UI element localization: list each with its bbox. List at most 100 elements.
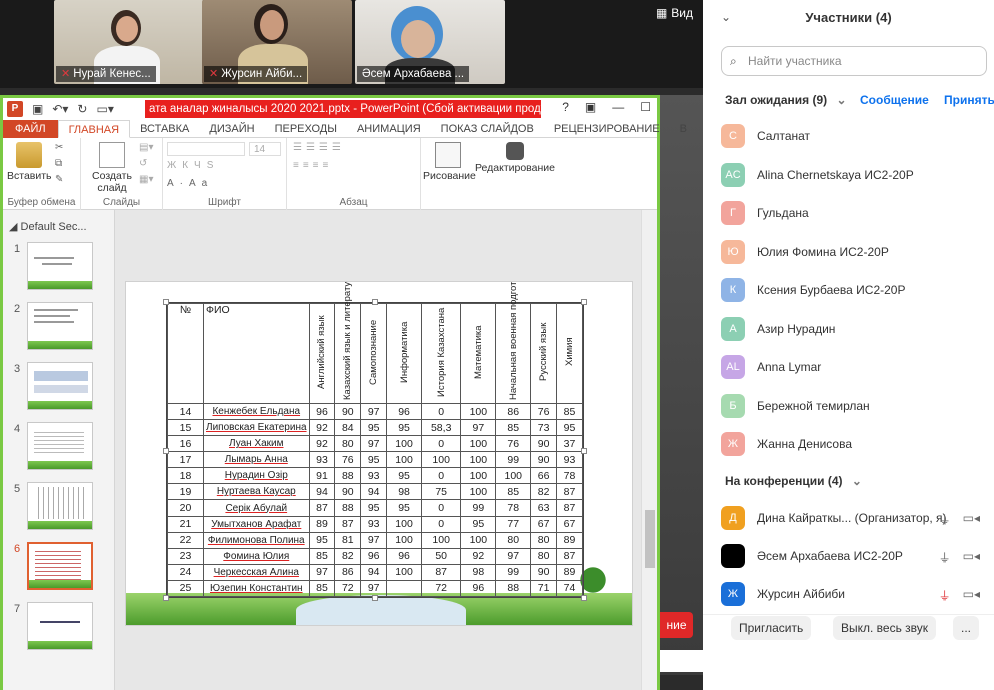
tab-insert[interactable]: ВСТАВКА bbox=[130, 120, 199, 138]
save-icon[interactable]: ▣ bbox=[32, 102, 43, 116]
section-header[interactable]: ◢ Default Sec... bbox=[9, 220, 87, 233]
grade-cell bbox=[386, 579, 422, 598]
grade-cell: 97 bbox=[495, 547, 532, 565]
editing-button[interactable]: Редактирование bbox=[473, 142, 557, 174]
screen: ✕ Нурай Кенес... ✕ Журсин Айби... Әсем Арх… bbox=[0, 0, 994, 690]
tab-slideshow[interactable]: ПОКАЗ СЛАЙДОВ bbox=[431, 120, 544, 138]
waiting-room-header[interactable]: Зал ожидания (9) ⌄ bbox=[725, 93, 847, 107]
grade-cell: 80 bbox=[495, 531, 532, 549]
resize-handle[interactable] bbox=[581, 448, 587, 454]
drawing-button[interactable]: Рисование bbox=[423, 142, 476, 182]
waiting-participant[interactable]: Б Бережной темирлан bbox=[721, 392, 870, 420]
slide-thumbnail-5[interactable] bbox=[27, 482, 93, 530]
grade-cell: 100 bbox=[386, 435, 422, 453]
resize-handle[interactable] bbox=[581, 595, 587, 601]
mic-muted-icon[interactable]: ⏚ bbox=[939, 587, 951, 604]
table-row: 21 Умытханов Арафат 89 87 93 100 0 95 77 67 67 bbox=[167, 515, 583, 533]
resize-handle[interactable] bbox=[372, 595, 378, 601]
resize-handle[interactable] bbox=[372, 299, 378, 305]
meeting-participant[interactable]: Әсем Архабаева ИС2-20Р bbox=[721, 542, 903, 570]
minimize-icon[interactable]: — bbox=[612, 100, 624, 114]
view-button[interactable]: ▦ Вид bbox=[656, 6, 693, 20]
admit-link[interactable]: Принять bbox=[944, 93, 994, 107]
waiting-participant[interactable]: Ю Юлия Фомина ИС2-20Р bbox=[721, 238, 889, 266]
slideshow-icon[interactable]: ▭▾ bbox=[96, 102, 113, 116]
grades-table[interactable]: № ФИО Английский язык Казахский язык и л… bbox=[166, 282, 584, 598]
video-tile-2[interactable]: ✕ Журсин Айби... bbox=[202, 0, 352, 84]
tab-transitions[interactable]: ПЕРЕХОДЫ bbox=[265, 120, 347, 138]
font-name-field[interactable] bbox=[167, 142, 245, 156]
grade-cell: 93 bbox=[308, 451, 336, 469]
video-tile-1[interactable]: ✕ Нурай Кенес... bbox=[54, 0, 204, 84]
microphone-icon[interactable]: ⏚ bbox=[939, 511, 951, 528]
microphone-icon[interactable]: ⏚ bbox=[939, 549, 951, 566]
grade-cell: 100 bbox=[460, 483, 497, 501]
paste-button[interactable]: Вставить bbox=[7, 142, 52, 182]
tab-animation[interactable]: АНИМАЦИЯ bbox=[347, 120, 431, 138]
copy-icon[interactable]: ⧉ bbox=[55, 158, 62, 169]
resize-handle[interactable] bbox=[163, 299, 169, 305]
vertical-scrollbar[interactable] bbox=[641, 210, 657, 690]
grade-cell: 80 bbox=[334, 435, 362, 453]
tab-file[interactable]: ФАЙЛ bbox=[3, 119, 58, 138]
avatar: AC bbox=[721, 162, 745, 187]
resize-handle[interactable] bbox=[581, 299, 587, 305]
font-size-field[interactable]: 14 bbox=[249, 142, 281, 156]
participant-search-input[interactable]: ⌕ Найти участника bbox=[721, 46, 987, 76]
slide-thumbnail-3[interactable] bbox=[27, 362, 93, 410]
undo-icon[interactable]: ↶▾ bbox=[52, 102, 68, 116]
waiting-participant[interactable]: С Салтанат bbox=[721, 122, 810, 150]
slide-thumbnail-1[interactable] bbox=[27, 242, 93, 290]
redo-icon[interactable]: ↻ bbox=[77, 102, 87, 116]
help-icon[interactable]: ? bbox=[562, 100, 569, 114]
slide-thumbnail-6[interactable] bbox=[27, 542, 93, 590]
video-camera-icon[interactable]: ▭◂ bbox=[963, 549, 980, 566]
layout-icon[interactable]: ▤▾ bbox=[139, 142, 153, 153]
font-color-buttons[interactable]: A·Aa bbox=[167, 178, 213, 189]
tab-home[interactable]: ГЛАВНАЯ bbox=[57, 119, 131, 138]
resize-handle[interactable] bbox=[163, 448, 169, 454]
slide-thumbnail-7[interactable] bbox=[27, 602, 93, 650]
waiting-participant[interactable]: К Ксения Бурбаева ИС2-20Р bbox=[721, 276, 905, 304]
new-slide-button[interactable]: Создать слайд bbox=[87, 142, 137, 194]
tab-design[interactable]: ДИЗАЙН bbox=[199, 120, 264, 138]
in-meeting-header[interactable]: На конференции (4) ⌄ bbox=[725, 474, 862, 488]
table-row: 19 Нуртаева Каусар 94 90 94 98 75 100 85 82 87 bbox=[167, 483, 583, 501]
waiting-participant[interactable]: AC Alina Chernetskaya ИС2-20Р bbox=[721, 161, 914, 189]
invite-button[interactable]: Пригласить bbox=[731, 616, 812, 640]
current-slide[interactable]: № ФИО Английский язык Казахский язык и л… bbox=[125, 281, 633, 626]
slide-thumbnail-2[interactable] bbox=[27, 302, 93, 350]
meeting-participant[interactable]: Ж Журсин Айбиби bbox=[721, 580, 845, 608]
video-tile-3[interactable]: Әсем Архабаева ... bbox=[355, 0, 505, 84]
section-icon[interactable]: ▦▾ bbox=[139, 174, 153, 185]
list-buttons[interactable]: ☰☰☰☰ bbox=[293, 142, 345, 153]
waiting-participant[interactable]: Ж Жанна Денисова bbox=[721, 430, 852, 458]
tab-view[interactable]: В bbox=[670, 120, 697, 138]
format-painter-icon[interactable]: ✎ bbox=[55, 174, 63, 185]
waiting-participant[interactable]: AL Anna Lymar bbox=[721, 353, 821, 381]
cut-icon[interactable]: ✂ bbox=[55, 142, 63, 153]
align-buttons[interactable]: ≡≡≡≡ bbox=[293, 160, 332, 171]
video-camera-icon[interactable]: ▭◂ bbox=[963, 587, 980, 604]
tab-review[interactable]: РЕЦЕНЗИРОВАНИЕ bbox=[544, 120, 670, 138]
font-format-buttons[interactable]: ЖКЧS bbox=[167, 160, 219, 171]
video-camera-icon[interactable]: ▭◂ bbox=[963, 511, 980, 528]
stop-share-button[interactable]: ние bbox=[660, 612, 693, 638]
grade-cell: 92 bbox=[308, 435, 336, 453]
ribbon-options-icon[interactable]: ▣ bbox=[585, 100, 596, 114]
reset-icon[interactable]: ↺ bbox=[139, 158, 147, 169]
resize-handle[interactable] bbox=[163, 595, 169, 601]
message-link[interactable]: Сообщение bbox=[860, 93, 929, 107]
slides-label: Слайды bbox=[102, 197, 141, 208]
waiting-participant[interactable]: А Азир Нурадин bbox=[721, 315, 835, 343]
slide-number: 1 bbox=[14, 243, 21, 255]
maximize-icon[interactable]: ☐ bbox=[640, 100, 651, 114]
slide-thumbnail-4[interactable] bbox=[27, 422, 93, 470]
waiting-participant[interactable]: Г Гульдана bbox=[721, 199, 809, 227]
participant-name: Бережной темирлан bbox=[757, 398, 870, 413]
more-button[interactable]: ... bbox=[953, 616, 980, 640]
meeting-participant[interactable]: Д Дина Кайраткы... (Организатор, я) bbox=[721, 504, 947, 532]
mute-all-button[interactable]: Выкл. весь звук bbox=[833, 616, 937, 640]
slides-panel: ◢ Default Sec... 1 2 3 4 5 6 7 bbox=[3, 210, 115, 690]
grade-cell: 97 bbox=[460, 419, 497, 437]
